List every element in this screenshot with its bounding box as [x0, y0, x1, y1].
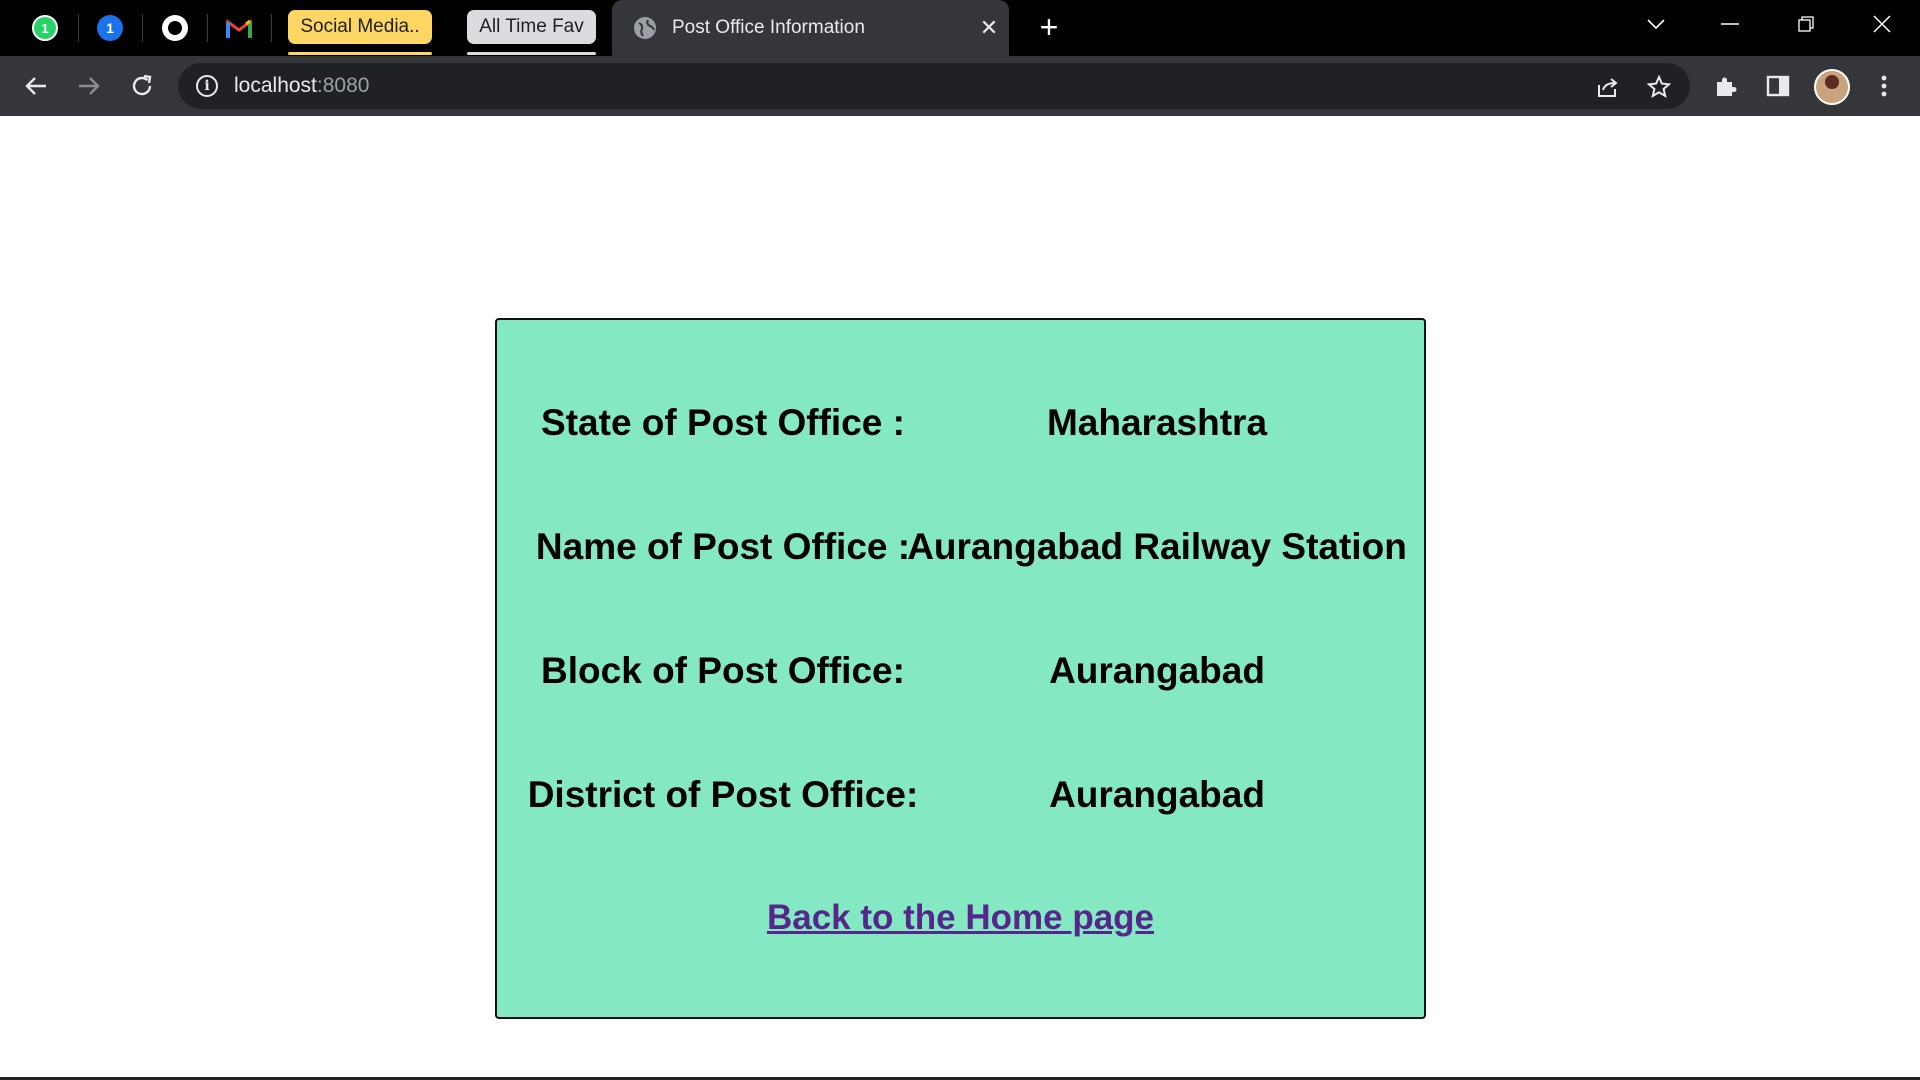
tab-divider — [207, 14, 208, 42]
globe-icon — [634, 17, 656, 39]
tab-divider — [271, 14, 272, 42]
state-value: Maharashtra — [1046, 402, 1268, 443]
minimize-icon[interactable] — [1694, 0, 1766, 48]
block-label: Block of Post Office: — [541, 650, 905, 691]
pinned-tab-password-manager[interactable]: 1 — [92, 10, 128, 46]
browser-toolbar: i localhost:8080 — [0, 56, 1920, 116]
back-arrow-icon[interactable] — [16, 66, 56, 106]
new-tab-button[interactable]: + — [1030, 10, 1068, 46]
info-row-district: District of Post Office: Aurangabad — [497, 774, 1424, 834]
name-value: Aurangabad Railway Station — [907, 526, 1407, 567]
github-icon — [162, 15, 188, 41]
tab-divider — [78, 14, 79, 42]
district-value: Aurangabad — [1049, 774, 1265, 815]
gmail-icon — [226, 19, 252, 38]
address-bar[interactable]: i localhost:8080 — [178, 63, 1690, 109]
share-icon[interactable] — [1592, 72, 1622, 102]
password-manager-badge: 1 — [106, 20, 114, 36]
pinned-tab-gmail[interactable] — [221, 10, 257, 46]
url-text: localhost:8080 — [234, 74, 369, 98]
district-label: District of Post Office: — [527, 774, 919, 815]
url-port: :8080 — [316, 74, 370, 97]
whatsapp-badge: 1 — [41, 20, 49, 36]
tab-close-icon[interactable]: ✕ — [969, 15, 1009, 41]
post-office-info-card: State of Post Office : Maharashtra Name … — [495, 318, 1426, 1019]
tab-strip: 1 1 Social Media.. All Time Fav Post Off… — [0, 0, 1920, 56]
tab-group-label: Social Media.. — [300, 16, 420, 37]
forward-arrow-icon[interactable] — [69, 66, 109, 106]
back-to-home-link[interactable]: Back to the Home page — [497, 898, 1424, 938]
info-row-name: Name of Post Office : Aurangabad Railway… — [497, 526, 1424, 586]
tab-group-underline — [467, 52, 596, 55]
extensions-puzzle-icon[interactable] — [1710, 70, 1742, 102]
tab-group-social-media[interactable]: Social Media.. — [288, 10, 432, 44]
reload-icon[interactable] — [122, 66, 162, 106]
state-label: State of Post Office : — [541, 402, 905, 443]
pinned-tab-github[interactable] — [157, 10, 193, 46]
whatsapp-icon: 1 — [32, 15, 58, 41]
bookmark-star-icon[interactable] — [1644, 72, 1674, 102]
info-row-state: State of Post Office : Maharashtra — [497, 402, 1424, 462]
close-window-icon[interactable] — [1846, 0, 1918, 48]
name-label: Name of Post Office : — [535, 526, 911, 567]
tab-divider — [142, 14, 143, 42]
profile-avatar[interactable] — [1814, 69, 1850, 105]
side-panel-icon[interactable] — [1762, 70, 1794, 102]
tab-group-label: All Time Fav — [479, 16, 584, 37]
tab-group-all-time-fav[interactable]: All Time Fav — [467, 10, 596, 44]
tab-group-underline — [288, 52, 432, 55]
info-row-block: Block of Post Office: Aurangabad — [497, 650, 1424, 710]
site-info-icon[interactable]: i — [196, 75, 218, 97]
password-manager-icon: 1 — [97, 15, 123, 41]
browser-menu-icon[interactable] — [1868, 70, 1900, 102]
tab-post-office-information[interactable]: Post Office Information ✕ — [612, 0, 1009, 56]
pinned-tab-whatsapp[interactable]: 1 — [27, 10, 63, 46]
tab-title: Post Office Information — [672, 17, 865, 38]
restore-icon[interactable] — [1770, 0, 1842, 48]
tab-search-chevron-icon[interactable] — [1620, 0, 1692, 48]
url-host: localhost — [234, 74, 317, 97]
block-value: Aurangabad — [1049, 650, 1265, 691]
